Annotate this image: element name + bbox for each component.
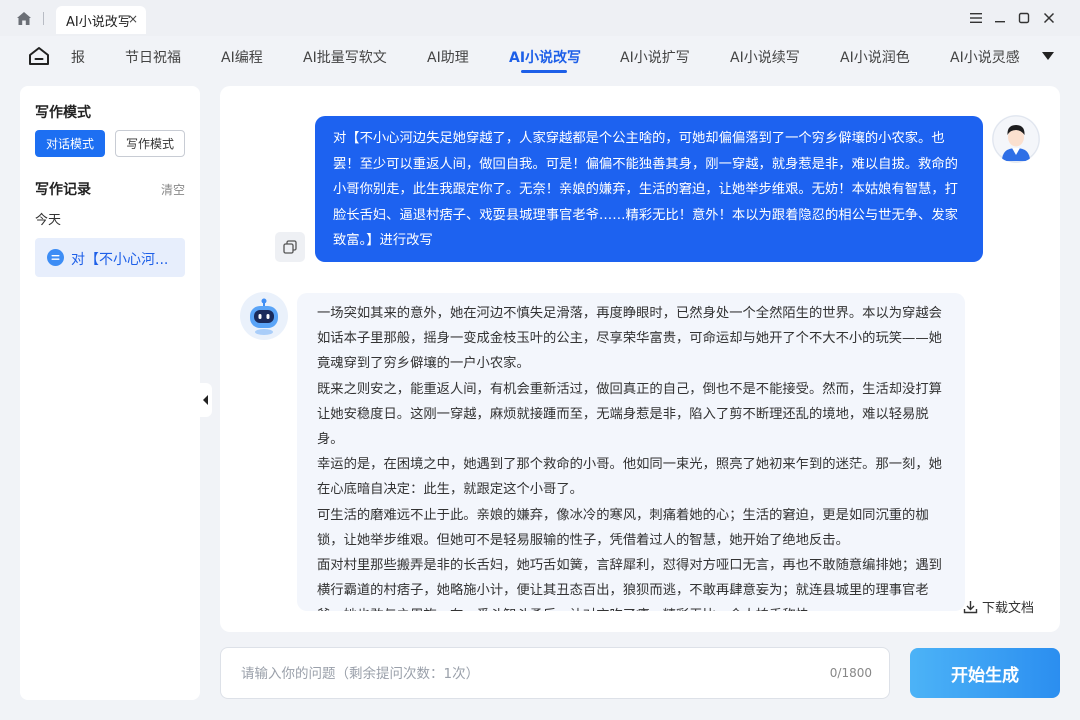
user-message: 对【不小心河边失足她穿越了，人家穿越都是个公主啥的，可她却偏偏落到了一个穷乡僻壤… <box>315 116 983 262</box>
chevron-left-icon <box>203 395 208 405</box>
close-window-icon[interactable] <box>1040 9 1058 27</box>
download-label: 下载文档 <box>982 601 1035 616</box>
sidebar: 写作模式 对话模式 写作模式 写作记录 清空 今天 对【不小心河... <box>20 86 200 700</box>
divider <box>43 12 44 25</box>
menu-icon[interactable] <box>967 9 985 27</box>
start-generate-button[interactable]: 开始生成 <box>910 648 1060 698</box>
nav-item-coding[interactable]: AI编程 <box>221 47 263 67</box>
maximize-icon[interactable] <box>1015 9 1033 27</box>
nav-bar: 报 节日祝福 AI编程 AI批量写软文 AI助理 AI小说改写 AI小说扩写 A… <box>0 36 1080 78</box>
copy-icon <box>283 240 297 254</box>
bot-paragraph: 一场突如其来的意外，她在河边不慎失足滑落，再度睁眼时，已然身处一个全然陌生的世界… <box>317 306 942 372</box>
question-input-box[interactable]: 0/1800 <box>220 647 890 699</box>
write-mode-button[interactable]: 写作模式 <box>115 130 185 157</box>
chat-bubble-icon <box>47 249 64 266</box>
window-tab[interactable]: AI小说改写 × <box>56 6 146 34</box>
minimize-icon[interactable] <box>991 9 1009 27</box>
nav-item-novel-inspiration[interactable]: AI小说灵感 <box>950 47 1020 67</box>
char-count: 0/1800 <box>829 666 872 680</box>
download-document-button[interactable]: 下载文档 <box>963 597 1034 616</box>
home-icon[interactable] <box>16 11 32 26</box>
nav-item-batch-writing[interactable]: AI批量写软文 <box>303 47 387 67</box>
bot-paragraph: 既来之则安之，能重返人间，有机会重新活过，做回真正的自己，倒也不是不能接受。然而… <box>317 381 942 448</box>
clear-records-button[interactable]: 清空 <box>161 181 185 198</box>
download-icon <box>963 600 978 613</box>
nav-item-novel-continue[interactable]: AI小说续写 <box>730 47 800 67</box>
record-title: 写作记录 <box>35 182 91 198</box>
nav-item-novel-expand[interactable]: AI小说扩写 <box>620 47 690 67</box>
mode-title: 写作模式 <box>35 105 91 121</box>
more-tabs-chevron-icon[interactable] <box>1042 52 1054 60</box>
record-item-label: 对【不小心河... <box>71 252 169 268</box>
active-tab-indicator <box>521 70 567 73</box>
title-bar: AI小说改写 × <box>0 0 1080 36</box>
chat-panel: 对【不小心河边失足她穿越了，人家穿越都是个公主啥的，可她却偏偏落到了一个穷乡僻壤… <box>220 86 1060 632</box>
chat-mode-button[interactable]: 对话模式 <box>35 130 105 157</box>
nav-item-holiday[interactable]: 节日祝福 <box>125 47 181 67</box>
bot-avatar <box>240 292 288 340</box>
record-list-item[interactable]: 对【不小心河... <box>35 238 185 277</box>
copy-button[interactable] <box>275 232 305 262</box>
collapse-sidebar-handle[interactable] <box>200 383 212 417</box>
close-tab-icon[interactable]: × <box>128 12 138 26</box>
home-nav-icon[interactable] <box>28 46 50 66</box>
nav-item-report[interactable]: 报 <box>71 47 85 67</box>
user-avatar <box>992 115 1040 163</box>
window-tab-title: AI小说改写 <box>66 14 131 30</box>
bot-paragraph: 面对村里那些搬弄是非的长舌妇，她巧舌如簧，言辞犀利，怼得对方哑口无言，再也不敢随… <box>317 558 942 611</box>
bot-paragraph: 幸运的是，在困境之中，她遇到了那个救命的小哥。他如同一束光，照亮了她初来乍到的迷… <box>317 457 942 498</box>
nav-item-novel-rewrite[interactable]: AI小说改写 <box>509 47 581 67</box>
nav-item-assistant[interactable]: AI助理 <box>427 47 469 67</box>
question-input[interactable] <box>241 663 801 685</box>
nav-item-novel-polish[interactable]: AI小说润色 <box>840 47 910 67</box>
bot-paragraph: 可生活的磨难远不止于此。亲娘的嫌弃，像冰冷的寒风，刺痛着她的心；生活的窘迫，更是… <box>317 507 929 548</box>
today-label: 今天 <box>35 213 62 228</box>
bot-message: 一场突如其来的意外，她在河边不慎失足滑落，再度睁眼时，已然身处一个全然陌生的世界… <box>297 293 965 611</box>
